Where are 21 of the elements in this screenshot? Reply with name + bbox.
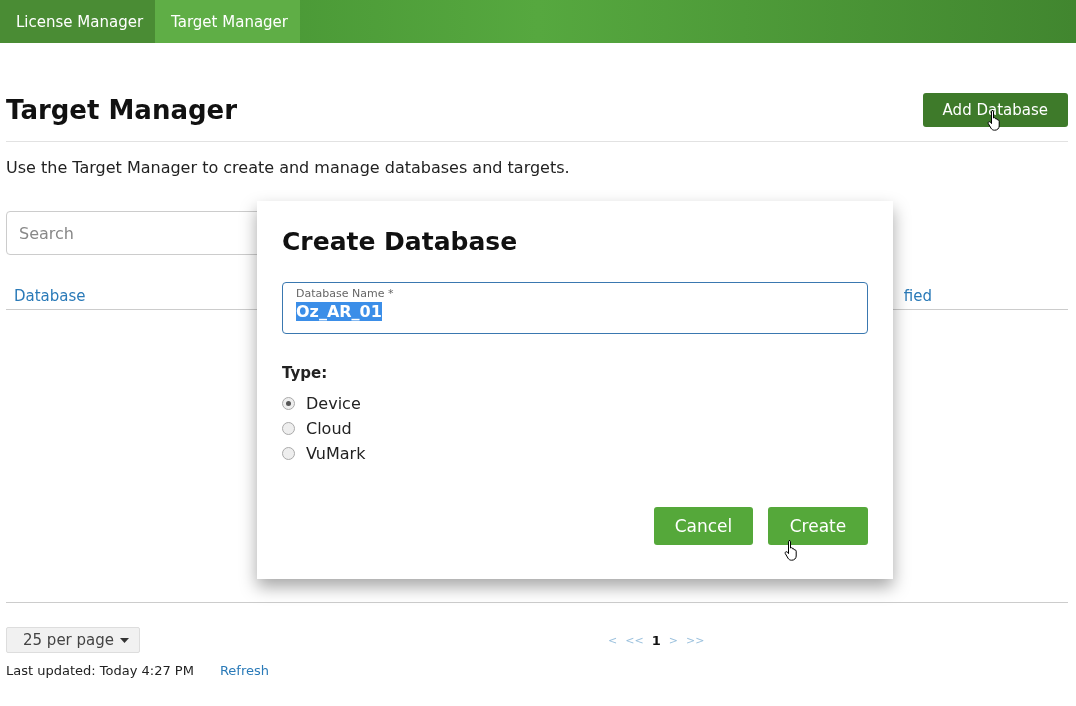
radio-label[interactable]: VuMark (306, 444, 366, 463)
nav-tab[interactable]: Target Manager (155, 0, 300, 43)
nav-tab[interactable]: License Manager (0, 0, 156, 43)
cancel-button[interactable]: Cancel (654, 507, 753, 545)
radio-button[interactable] (282, 447, 295, 460)
page-title: Target Manager (6, 95, 238, 125)
radio-button[interactable] (282, 397, 295, 410)
radio-label[interactable]: Cloud (306, 419, 352, 438)
last-updated-text: Last updated: Today 4:27 PM (6, 663, 194, 678)
page-description: Use the Target Manager to create and manage databases and targets. (6, 158, 571, 177)
type-label: Type: (282, 364, 329, 382)
radio-button[interactable] (282, 422, 295, 435)
hand-cursor-icon (784, 539, 800, 561)
column-header[interactable]: fied (903, 287, 932, 305)
per-page-dropdown[interactable]: 25 per page (6, 627, 140, 653)
pager-link[interactable]: 1 (651, 632, 661, 648)
column-header[interactable]: Database (14, 287, 86, 305)
caret-icon (120, 637, 129, 643)
database-name-field[interactable]: Database Name * Oz_AR_01 (282, 282, 868, 334)
refresh-link[interactable]: Refresh (219, 663, 269, 678)
radio-label[interactable]: Device (306, 394, 361, 413)
